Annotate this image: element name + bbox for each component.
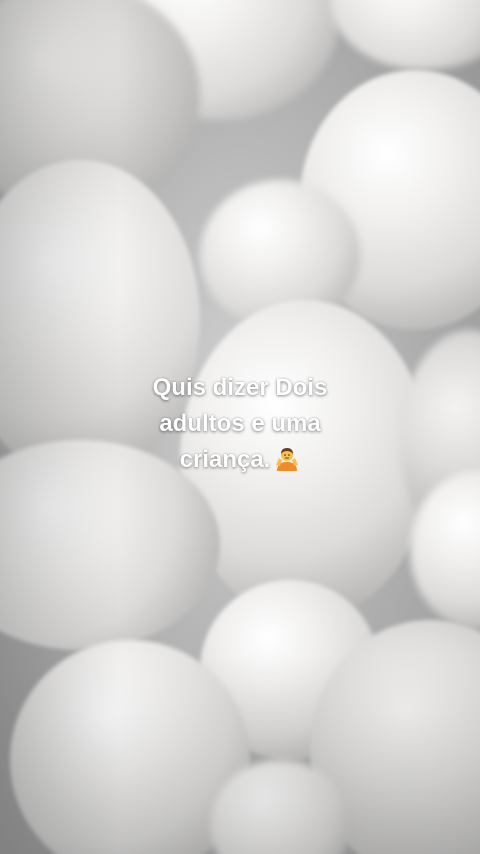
- person-shrugging-icon: [276, 448, 299, 471]
- caption-text: Quis dizer Dois adultos e uma criança.: [60, 370, 420, 478]
- photo-background: Quis dizer Dois adultos e uma criança.: [0, 0, 480, 854]
- caption-line-3-text: criança.: [179, 446, 271, 473]
- caption-line-1: Quis dizer Dois: [152, 374, 328, 401]
- caption-line-3: criança.: [60, 442, 420, 478]
- caption-line-2: adultos e uma: [159, 410, 321, 437]
- ball: [330, 0, 480, 70]
